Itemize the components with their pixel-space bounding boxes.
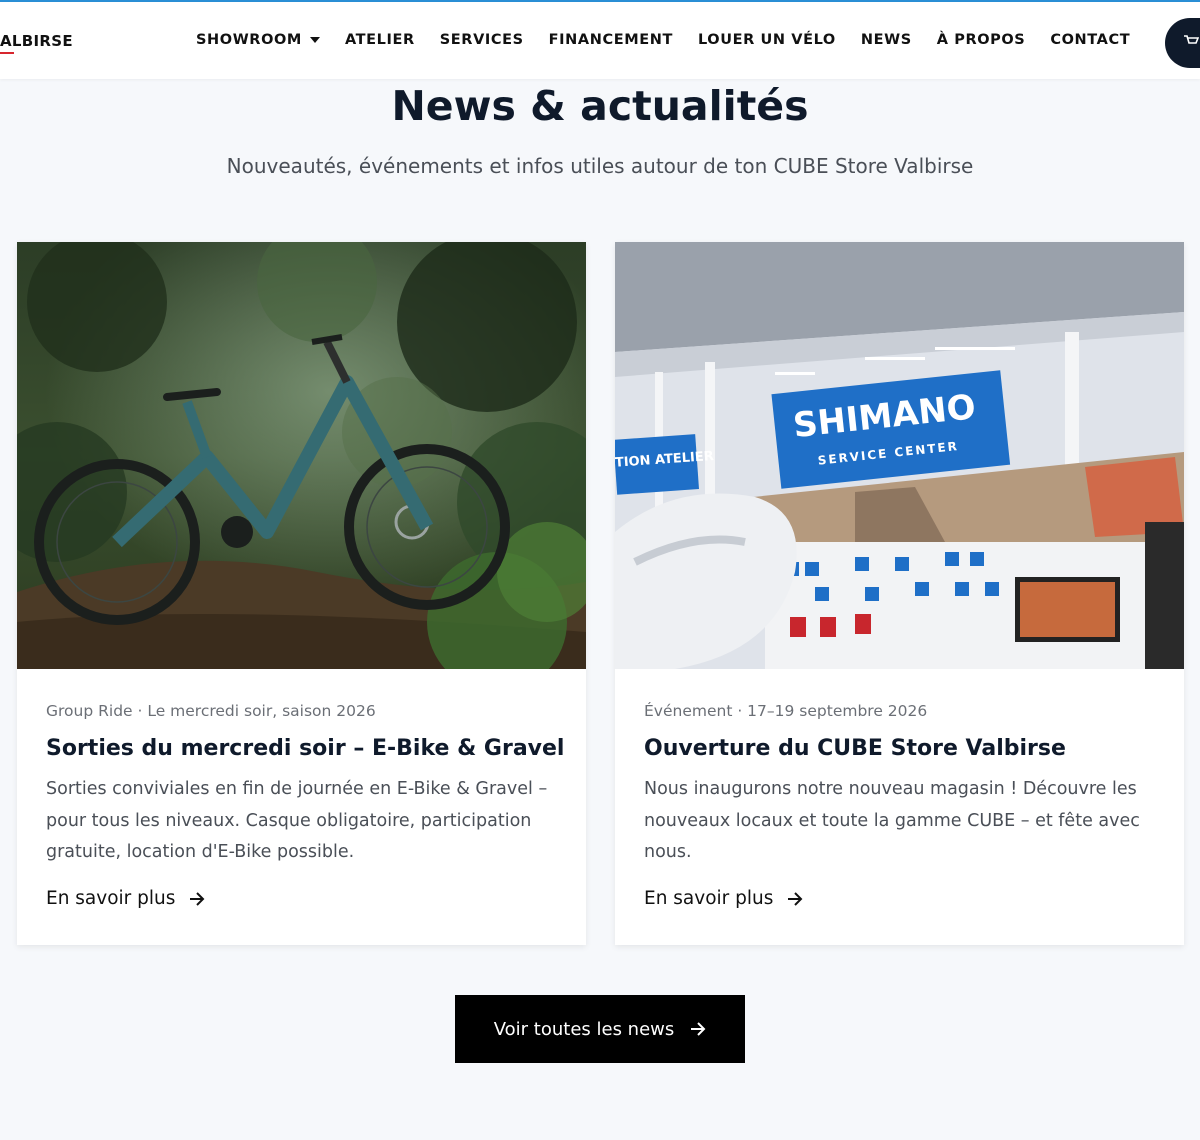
nav-showroom-label: SHOWROOM	[196, 32, 302, 48]
section-subtitle: Nouveautés, événements et infos utiles a…	[226, 154, 974, 178]
cart-button[interactable]	[1165, 18, 1200, 68]
read-more-label: En savoir plus	[644, 888, 774, 909]
nav-louer-un-velo[interactable]: LOUER UN VÉLO	[698, 32, 836, 48]
nav-atelier[interactable]: ATELIER	[345, 32, 415, 48]
all-news-label: Voir toutes les news	[493, 1018, 675, 1040]
card-meta: Group Ride · Le mercredi soir, saison 20…	[46, 702, 376, 720]
card-excerpt: Sorties conviviales en fin de journée en…	[46, 779, 548, 862]
chevron-down-icon	[309, 37, 320, 43]
card-title[interactable]: Sorties du mercredi soir – E-Bike & Grav…	[46, 736, 566, 761]
card-excerpt: Nous inaugurons notre nouveau magasin ! …	[644, 779, 1140, 862]
main-nav: SHOWROOM ATELIER SERVICES FINANCEMENT LO…	[196, 32, 1155, 48]
all-news-button[interactable]: Voir toutes les news	[455, 995, 745, 1063]
read-more-link[interactable]: En savoir plus	[46, 888, 205, 909]
logo-accent	[0, 52, 14, 54]
read-more-label: En savoir plus	[46, 888, 176, 909]
nav-showroom[interactable]: SHOWROOM	[196, 32, 320, 48]
news-card: SHIMANO SERVICE CENTER TION ATELIER Évén…	[615, 242, 1184, 945]
arrow-right-icon	[788, 891, 803, 906]
news-card: Group Ride · Le mercredi soir, saison 20…	[17, 242, 586, 945]
shimano-service-center-photo[interactable]: SHIMANO SERVICE CENTER TION ATELIER	[615, 242, 1184, 669]
nav-a-propos[interactable]: À PROPOS	[937, 32, 1026, 48]
arrow-right-icon	[691, 1022, 706, 1036]
nav-contact[interactable]: CONTACT	[1050, 32, 1130, 48]
cart-icon	[1184, 35, 1199, 44]
nav-financement[interactable]: FINANCEMENT	[549, 32, 673, 48]
section-title: News & actualités	[391, 82, 809, 130]
forest-ebike-photo[interactable]	[17, 242, 586, 669]
nav-news[interactable]: NEWS	[861, 32, 912, 48]
card-meta: Événement · 17–19 septembre 2026	[644, 702, 928, 720]
read-more-link[interactable]: En savoir plus	[644, 888, 803, 909]
nav-services[interactable]: SERVICES	[440, 32, 524, 48]
arrow-right-icon	[190, 891, 205, 906]
card-title[interactable]: Ouverture du CUBE Store Valbirse	[644, 736, 1164, 761]
site-logo[interactable]: ALBIRSE	[0, 32, 73, 50]
site-header: ALBIRSE SHOWROOM ATELIER SERVICES FINANC…	[0, 2, 1200, 79]
